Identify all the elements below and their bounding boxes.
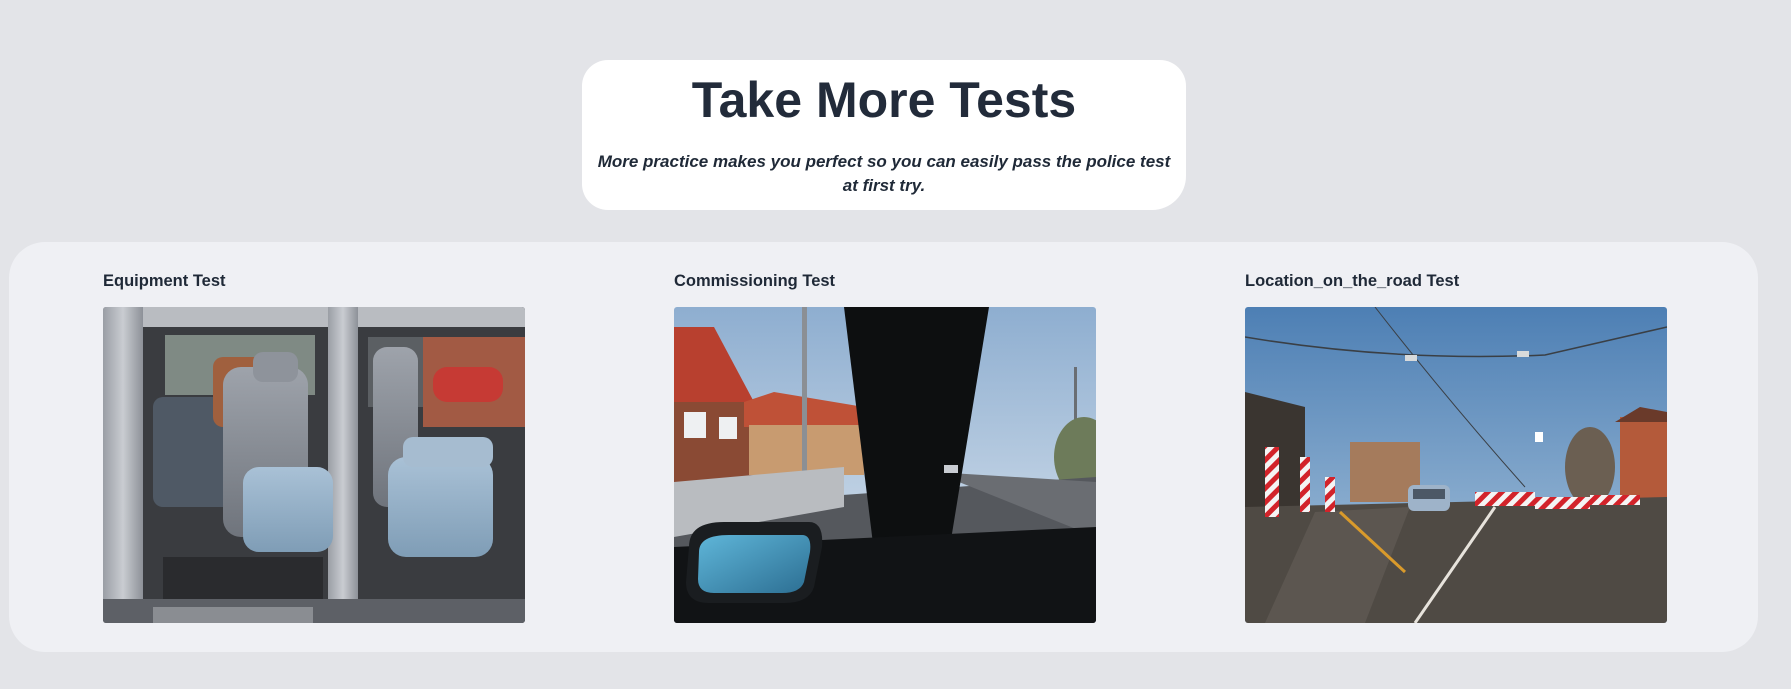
test-card-image-commissioning[interactable] [674,307,1096,623]
page-title: Take More Tests [691,72,1077,128]
test-card-title[interactable]: Equipment Test [103,272,226,291]
roadworks-street-photo [1245,307,1667,623]
road-from-car-photo [674,307,1096,623]
van-interior-photo [103,307,525,623]
test-card-image-equipment[interactable] [103,307,525,623]
test-card-image-location-on-the-road[interactable] [1245,307,1667,623]
test-card-title[interactable]: Commissioning Test [674,272,835,291]
tests-panel: Equipment Test Commissioning Test Locati… [9,242,1758,652]
hero-banner: Take More Tests More practice makes you … [582,60,1186,210]
page-subtitle: More practice makes you perfect so you c… [597,152,1171,195]
test-card-title[interactable]: Location_on_the_road Test [1245,272,1459,291]
